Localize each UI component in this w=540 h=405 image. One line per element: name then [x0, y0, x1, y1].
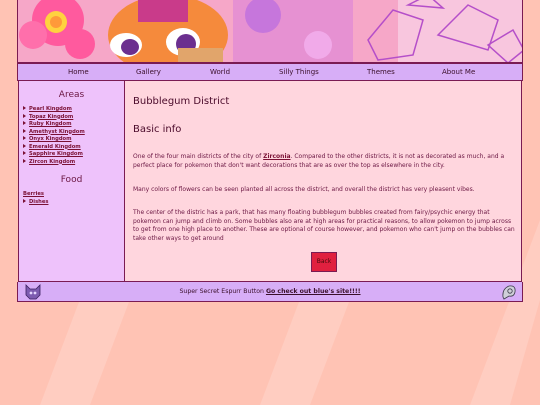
sidebar-item-label[interactable]: Sapphire Kingdom	[29, 151, 83, 157]
footer-bar: Super Secret Espurr Button Go check out …	[17, 282, 523, 302]
nav-gallery[interactable]: Gallery	[136, 64, 161, 80]
sidebar-item-label[interactable]: Pearl Kingdom	[29, 106, 72, 112]
paragraph-park: The center of the distric has a park, th…	[133, 209, 515, 242]
nav-home[interactable]: Home	[68, 64, 89, 80]
sidebar-item-sapphire-kingdom[interactable]: Sapphire Kingdom	[23, 151, 124, 159]
sidebar-item-zircon-kingdom[interactable]: Zircon Kingdom	[23, 158, 124, 167]
sidebar-item-label[interactable]: Onyx Kingdom	[29, 136, 72, 142]
sidebar-item-topaz-kingdom[interactable]: Topaz Kingdom	[23, 113, 124, 122]
blue-site-link[interactable]: Go check out blue's site!!!!	[266, 288, 361, 295]
triangle-bullet-icon	[23, 136, 26, 140]
food-list: Dishes	[19, 198, 124, 207]
paragraph-flowers: Many colors of flowers can be seen plant…	[133, 186, 475, 193]
site-container: Home Gallery World Silly Things Themes A…	[17, 0, 523, 302]
areas-list: Pearl Kingdom Topaz Kingdom Ruby Kingdom…	[19, 106, 124, 166]
footer-label: Super Secret Espurr Button	[179, 288, 266, 295]
spiral-shell-sprite-icon[interactable]	[500, 283, 518, 300]
sidebar-item-amethyst-kingdom[interactable]: Amethyst Kingdom	[23, 128, 124, 137]
triangle-bullet-icon	[23, 158, 26, 163]
page-title: Bubblegum District	[133, 96, 230, 107]
triangle-bullet-icon	[23, 198, 26, 203]
footer-message: Super Secret Espurr Button Go check out …	[18, 282, 522, 301]
triangle-bullet-icon	[23, 121, 26, 125]
sidebar-item-onyx-kingdom[interactable]: Onyx Kingdom	[23, 136, 124, 144]
header-banner	[17, 0, 523, 63]
intro-text-before: One of the four main districts of the ci…	[133, 153, 264, 160]
nav-silly-things[interactable]: Silly Things	[279, 64, 319, 80]
sidebar-item-label[interactable]: Amethyst Kingdom	[29, 129, 85, 135]
sidebar-item-label[interactable]: Dishes	[29, 199, 48, 205]
triangle-bullet-icon	[23, 128, 26, 133]
triangle-bullet-icon	[23, 106, 26, 110]
nav-world[interactable]: World	[210, 64, 230, 80]
sidebar-item-label[interactable]: Ruby Kingdom	[29, 121, 71, 127]
triangle-bullet-icon	[23, 143, 26, 148]
main-content: Bubblegum District Basic info One of the…	[125, 81, 522, 282]
nav-themes[interactable]: Themes	[367, 64, 395, 80]
triangle-bullet-icon	[23, 151, 26, 155]
main-navigation: Home Gallery World Silly Things Themes A…	[17, 63, 523, 81]
zirconia-link[interactable]: Zirconia	[263, 153, 290, 160]
banner-artwork	[18, 0, 522, 62]
sidebar-item-label[interactable]: Zircon Kingdom	[29, 159, 75, 165]
areas-heading: Areas	[58, 90, 85, 100]
paragraph-intro: One of the four main districts of the ci…	[133, 153, 515, 170]
sidebar-item-emerald-kingdom[interactable]: Emerald Kingdom	[23, 143, 124, 152]
sidebar-item-ruby-kingdom[interactable]: Ruby Kingdom	[23, 121, 124, 129]
sidebar-item-label[interactable]: Emerald Kingdom	[29, 144, 81, 150]
section-heading-basic-info: Basic info	[133, 124, 182, 135]
sidebar-item-dishes[interactable]: Dishes	[23, 198, 124, 207]
sidebar-item-label[interactable]: Topaz Kingdom	[29, 114, 73, 120]
back-button[interactable]: Back	[311, 252, 337, 272]
sidebar: Areas Pearl Kingdom Topaz Kingdom Ruby K…	[18, 81, 125, 282]
berries-link[interactable]: Berries	[19, 191, 124, 199]
triangle-bullet-icon	[23, 113, 26, 118]
nav-about-me[interactable]: About Me	[442, 64, 475, 80]
sidebar-item-pearl-kingdom[interactable]: Pearl Kingdom	[23, 106, 124, 114]
food-heading: Food	[60, 175, 83, 185]
